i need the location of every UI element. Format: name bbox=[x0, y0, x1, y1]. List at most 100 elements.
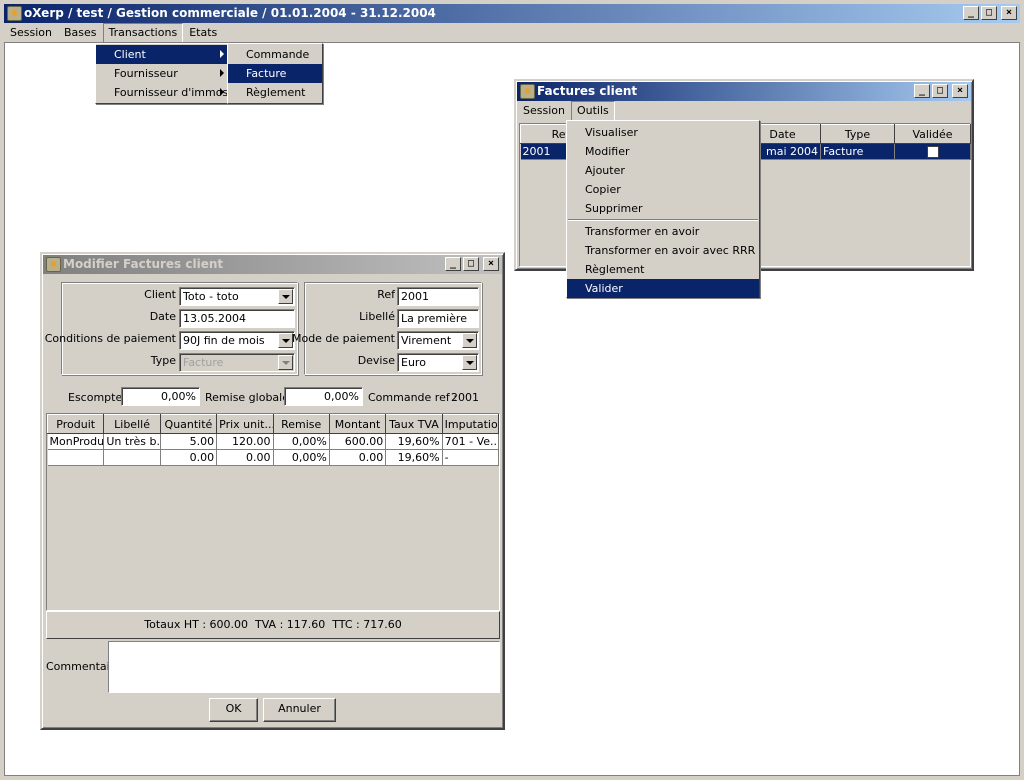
cell-imputation[interactable]: - bbox=[442, 449, 500, 466]
menu-etats[interactable]: Etats bbox=[183, 23, 223, 43]
mode-paiement-combo[interactable]: Virement bbox=[397, 331, 479, 350]
cell-type[interactable]: Facture bbox=[820, 143, 895, 160]
menu-item-valider[interactable]: Valider bbox=[567, 279, 759, 298]
menu-item-transformer-avoir-rrr[interactable]: Transformer en avoir avec RRR bbox=[567, 241, 759, 260]
cell-remise[interactable]: 0,00% bbox=[273, 449, 330, 466]
conditions-combo[interactable]: 90J fin de mois bbox=[179, 331, 295, 350]
menu-item-transformer-avoir[interactable]: Transformer en avoir bbox=[567, 222, 759, 241]
column-header-validee[interactable]: Validée bbox=[894, 124, 971, 144]
app-title: oXerp / test / Gestion commerciale / 01.… bbox=[24, 6, 436, 20]
menu-item-reglement[interactable]: Règlement bbox=[228, 83, 322, 102]
column-header-type[interactable]: Type bbox=[820, 124, 895, 144]
cell-prix-unit[interactable]: 120.00 bbox=[216, 433, 274, 450]
cell-imputation[interactable]: 701 - Ve... bbox=[442, 433, 500, 450]
factures-menubar: Session Outils bbox=[517, 101, 971, 121]
cell-taux-tva[interactable]: 19,60% bbox=[385, 433, 443, 450]
column-header-quantite[interactable]: Quantité bbox=[159, 414, 218, 434]
app-title-bar[interactable]: oXerp / test / Gestion commerciale / 01.… bbox=[4, 4, 1020, 23]
factures-title-bar[interactable]: Factures client _ □ × bbox=[517, 82, 971, 101]
type-value: Facture bbox=[183, 356, 224, 369]
modifier-factures-window: Modifier Factures client _ □ × Client To… bbox=[40, 252, 505, 730]
cell-quantite[interactable]: 5.00 bbox=[160, 433, 218, 450]
cell-remise[interactable]: 0,00% bbox=[273, 433, 330, 450]
conditions-label: Conditions de paiement bbox=[44, 332, 176, 345]
minimize-icon[interactable]: _ bbox=[914, 84, 930, 98]
chevron-down-icon[interactable] bbox=[278, 333, 293, 348]
cell-libelle[interactable] bbox=[103, 449, 161, 466]
devise-combo[interactable]: Euro bbox=[397, 353, 479, 372]
menu-item-copier[interactable]: Copier bbox=[567, 180, 759, 199]
chevron-down-icon[interactable] bbox=[462, 355, 477, 370]
cell-montant[interactable]: 600.00 bbox=[329, 433, 387, 450]
table-row[interactable]: 0.00 0.00 0,00% 0.00 19,60% - bbox=[47, 449, 500, 466]
menu-item-modifier[interactable]: Modifier bbox=[567, 142, 759, 161]
chevron-down-icon[interactable] bbox=[278, 289, 293, 304]
menu-transactions[interactable]: Transactions bbox=[102, 23, 184, 43]
invoice-right-group: Ref 2001 Libellé La première Mode de pai… bbox=[292, 282, 482, 375]
maximize-icon[interactable]: □ bbox=[463, 257, 479, 271]
menu-item-facture[interactable]: Facture bbox=[228, 64, 322, 83]
column-header-taux-tva[interactable]: Taux TVA bbox=[385, 414, 443, 434]
menu-separator bbox=[568, 219, 758, 221]
cell-validee[interactable] bbox=[894, 143, 971, 160]
chevron-down-icon[interactable] bbox=[462, 333, 477, 348]
maximize-icon[interactable]: □ bbox=[981, 6, 997, 20]
chevron-right-icon bbox=[220, 69, 224, 77]
annuler-button[interactable]: Annuler bbox=[263, 698, 336, 722]
cell-libelle[interactable]: Un très b... bbox=[103, 433, 161, 450]
validee-checkbox[interactable] bbox=[926, 146, 939, 158]
ok-button[interactable]: OK bbox=[209, 698, 258, 722]
menu-item-commande[interactable]: Commande bbox=[228, 45, 322, 64]
remise-globale-field[interactable]: 0,00% bbox=[284, 387, 363, 406]
factures-title: Factures client bbox=[537, 84, 638, 98]
menu-item-visualiser[interactable]: Visualiser bbox=[567, 123, 759, 142]
date-field[interactable]: 13.05.2004 bbox=[179, 309, 295, 328]
close-icon[interactable]: × bbox=[1001, 6, 1017, 20]
outils-menu: Visualiser Modifier Ajouter Copier Suppr… bbox=[566, 120, 760, 298]
close-icon[interactable]: × bbox=[483, 257, 499, 271]
cell-produit[interactable] bbox=[47, 449, 105, 466]
lines-table-area: Produit Libellé Quantité Prix unit... Re… bbox=[46, 413, 500, 611]
menu-item-ajouter[interactable]: Ajouter bbox=[567, 161, 759, 180]
commande-ref-label: Commande ref : bbox=[368, 391, 457, 404]
menu-item-reglement[interactable]: Règlement bbox=[567, 260, 759, 279]
cell-montant[interactable]: 0.00 bbox=[329, 449, 387, 466]
cell-quantite[interactable]: 0.00 bbox=[160, 449, 218, 466]
chevron-down-icon[interactable] bbox=[278, 355, 293, 370]
transactions-menu: Client Fournisseur Fournisseur d'immos bbox=[95, 43, 229, 104]
cell-prix-unit[interactable]: 0.00 bbox=[216, 449, 274, 466]
type-label: Type bbox=[150, 354, 176, 367]
minimize-icon[interactable]: _ bbox=[963, 6, 979, 20]
close-icon[interactable]: × bbox=[952, 84, 968, 98]
libelle-field[interactable]: La première bbox=[397, 309, 479, 328]
mode-paiement-label: Mode de paiement bbox=[291, 332, 395, 345]
ref-field[interactable]: 2001 bbox=[397, 287, 479, 306]
cell-taux-tva[interactable]: 19,60% bbox=[385, 449, 443, 466]
menu-session[interactable]: Session bbox=[4, 23, 58, 43]
menu-item-supprimer[interactable]: Supprimer bbox=[567, 199, 759, 218]
column-header-remise[interactable]: Remise bbox=[272, 414, 330, 434]
menu-item-fournisseur-immos[interactable]: Fournisseur d'immos bbox=[96, 83, 228, 102]
menu-session[interactable]: Session bbox=[517, 101, 571, 121]
chevron-right-icon bbox=[220, 50, 224, 58]
devise-value: Euro bbox=[401, 356, 426, 369]
table-row[interactable]: MonProduit Un très b... 5.00 120.00 0,00… bbox=[47, 433, 500, 450]
maximize-icon[interactable]: □ bbox=[932, 84, 948, 98]
cell-produit[interactable]: MonProduit bbox=[47, 433, 105, 450]
menu-bases[interactable]: Bases bbox=[58, 23, 103, 43]
column-header-imputation[interactable]: Imputation bbox=[441, 414, 500, 434]
column-header-libelle[interactable]: Libellé bbox=[103, 414, 161, 434]
modifier-title-bar[interactable]: Modifier Factures client _ □ × bbox=[43, 255, 502, 274]
escompte-field[interactable]: 0,00% bbox=[121, 387, 200, 406]
menu-item-fournisseur[interactable]: Fournisseur bbox=[96, 64, 228, 83]
minimize-icon[interactable]: _ bbox=[445, 257, 461, 271]
column-header-produit[interactable]: Produit bbox=[46, 414, 105, 434]
column-header-prix-unit[interactable]: Prix unit... bbox=[216, 414, 274, 434]
column-header-montant[interactable]: Montant bbox=[328, 414, 387, 434]
menu-item-client[interactable]: Client bbox=[96, 45, 228, 64]
menu-outils[interactable]: Outils bbox=[570, 101, 615, 121]
date-label: Date bbox=[149, 310, 176, 323]
type-combo[interactable]: Facture bbox=[179, 353, 295, 372]
commentaire-field[interactable] bbox=[108, 641, 500, 693]
client-combo[interactable]: Toto - toto bbox=[179, 287, 295, 306]
